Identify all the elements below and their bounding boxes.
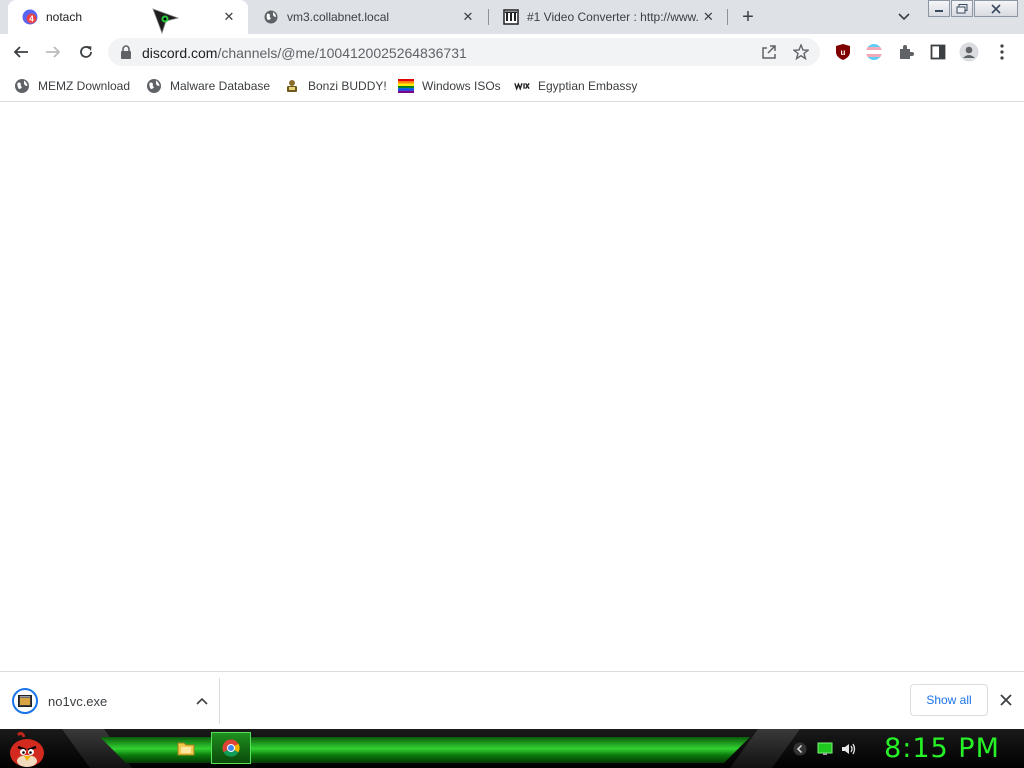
tab-vm3[interactable]: vm3.collabnet.local ✕ — [249, 0, 487, 34]
exe-file-icon — [12, 688, 38, 714]
bookmark-memz-download[interactable]: MEMZ Download — [14, 76, 130, 96]
tab-video-converter[interactable]: #1 Video Converter : http://www... ✕ — [489, 0, 727, 34]
show-all-button[interactable]: Show all — [910, 684, 988, 716]
url-path: /channels/@me/1004120025264836731 — [217, 45, 467, 61]
screen: 4 notach ✕ vm3.collabnet.local ✕ #1 Vide… — [0, 0, 1024, 768]
tray-monitor-icon[interactable] — [817, 741, 833, 757]
profile-avatar-icon[interactable] — [958, 41, 980, 63]
download-divider — [219, 678, 220, 724]
close-window-icon[interactable] — [974, 0, 1018, 17]
tab-title: vm3.collabnet.local — [287, 10, 390, 24]
download-item[interactable]: no1vc.exe — [12, 684, 218, 718]
ublock-extension-icon[interactable]: u — [832, 41, 854, 63]
trans-flag-extension-icon[interactable] — [863, 41, 885, 63]
bookmark-label: Egyptian Embassy — [538, 79, 638, 93]
bookmark-windows-isos[interactable]: Windows ISOs — [398, 76, 501, 96]
globe-icon — [263, 9, 279, 25]
tab-close-icon[interactable]: ✕ — [459, 8, 477, 26]
bookmark-label: Malware Database — [170, 79, 271, 93]
taskbar-clock[interactable]: 8:15 PM — [872, 733, 1012, 765]
start-button-angry-bird-icon[interactable] — [6, 731, 48, 768]
minimize-icon[interactable] — [928, 0, 950, 17]
taskbar: 8:15 PM — [0, 729, 1024, 768]
back-arrow-icon[interactable] — [9, 40, 33, 64]
menu-kebab-icon[interactable] — [991, 41, 1013, 63]
close-download-bar-icon[interactable] — [996, 690, 1016, 710]
chrome-taskbar-icon[interactable] — [211, 732, 251, 764]
address-bar[interactable]: discord.com/channels/@me/100412002526483… — [108, 38, 820, 66]
bookmark-malware-database[interactable]: Malware Database — [146, 76, 270, 96]
tab-notach[interactable]: 4 notach ✕ — [8, 0, 248, 34]
notach-favicon-icon: 4 — [22, 9, 38, 25]
bonzi-icon — [284, 78, 300, 94]
wix-icon — [514, 78, 530, 94]
svg-text:4: 4 — [29, 15, 34, 24]
tray-volume-icon[interactable] — [841, 741, 857, 757]
bookmarks-bar: MEMZ Download Malware Database Bonzi BUD… — [0, 70, 1024, 102]
rainbow-flag-icon — [398, 78, 414, 94]
bookmark-bonzi-buddy[interactable]: Bonzi BUDDY! — [284, 76, 387, 96]
forward-arrow-icon[interactable] — [41, 40, 65, 64]
bookmark-label: MEMZ Download — [38, 79, 131, 93]
lock-icon[interactable] — [120, 45, 132, 59]
tab-title: notach — [46, 10, 83, 24]
tab-strip: 4 notach ✕ vm3.collabnet.local ✕ #1 Vide… — [0, 0, 1024, 35]
new-tab-button[interactable]: + — [736, 6, 760, 28]
url-text[interactable]: discord.com/channels/@me/100412002526483… — [142, 45, 467, 61]
url-host: discord.com — [142, 45, 218, 61]
share-icon[interactable] — [760, 43, 778, 61]
bookmark-egyptian-embassy[interactable]: Egyptian Embassy — [514, 76, 637, 96]
tab-close-icon[interactable]: ✕ — [700, 8, 717, 26]
globe-icon — [14, 78, 30, 94]
tab-separator — [727, 9, 728, 25]
restore-icon[interactable] — [951, 0, 973, 17]
page-content[interactable] — [0, 103, 1024, 671]
cursor-icon — [152, 8, 182, 35]
tab-close-icon[interactable]: ✕ — [220, 8, 238, 26]
taskbar-decoration — [730, 729, 800, 768]
bookmark-label: Windows ISOs — [422, 79, 501, 93]
side-panel-icon[interactable] — [927, 41, 949, 63]
chevron-up-icon[interactable] — [192, 691, 212, 711]
puzzle-extensions-icon[interactable] — [895, 41, 917, 63]
svg-text:u: u — [841, 48, 846, 57]
browser-toolbar: discord.com/channels/@me/100412002526483… — [0, 34, 1024, 100]
file-explorer-taskbar-icon[interactable] — [168, 732, 204, 764]
tray-network-arrow-icon[interactable] — [792, 741, 808, 757]
bookmark-star-icon[interactable] — [792, 43, 810, 61]
bookmark-label: Bonzi BUDDY! — [308, 79, 387, 93]
globe-icon — [146, 78, 162, 94]
tab-search-chevron-icon[interactable] — [894, 7, 914, 27]
download-bar: no1vc.exe Show all — [0, 671, 1024, 729]
reload-icon[interactable] — [74, 40, 98, 64]
museum-icon — [503, 9, 519, 25]
download-file-name: no1vc.exe — [48, 693, 108, 709]
tab-title: #1 Video Converter : http://www... — [527, 10, 700, 24]
